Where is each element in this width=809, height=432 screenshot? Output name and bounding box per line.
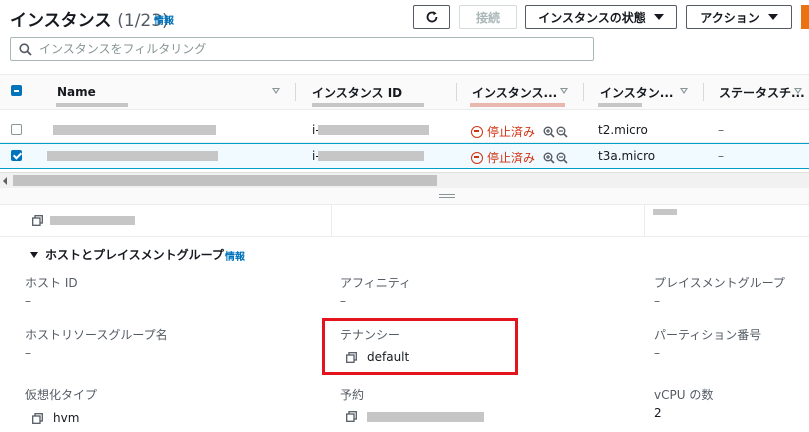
filter-bar [10, 37, 594, 61]
column-divider [583, 83, 584, 101]
stopped-icon [471, 151, 483, 164]
redacted-id [318, 151, 424, 161]
refresh-icon [426, 11, 437, 23]
highlight-box [322, 318, 518, 375]
partition-number-value: – [654, 346, 660, 360]
redacted-name [47, 151, 218, 161]
instance-state: 停止済み [471, 149, 569, 166]
zoom-in-icon[interactable] [543, 152, 555, 164]
column-divider [703, 83, 704, 101]
scrollbar-thumb[interactable] [13, 175, 437, 186]
redacted-state [470, 103, 565, 107]
launch-instance-button-edge[interactable] [801, 5, 809, 29]
sort-icon[interactable] [794, 88, 802, 94]
redacted-id [312, 103, 424, 107]
refresh-button[interactable] [413, 5, 450, 29]
instance-state-button[interactable]: インスタンスの状態 [525, 5, 677, 29]
copy-icon[interactable] [346, 411, 357, 422]
virtualization-type-value: hvm [32, 411, 79, 425]
vcpu-count-label: vCPU の数 [654, 388, 714, 402]
actions-label: アクション [700, 10, 760, 25]
instance-type: t2.micro [598, 123, 648, 137]
instance-state-label: インスタンスの状態 [538, 10, 646, 25]
state-actions [543, 126, 569, 138]
placement-group-label: プレイスメントグループ [654, 276, 785, 290]
sort-icon[interactable] [680, 88, 688, 94]
redacted-id [318, 125, 429, 135]
redacted-name [53, 125, 216, 135]
scroll-left-arrow-icon[interactable] [3, 177, 7, 185]
caret-down-icon [30, 251, 38, 258]
caret-down-icon [767, 14, 778, 20]
resize-handle-icon[interactable] [439, 194, 455, 198]
instance-state: 停止済み [471, 123, 569, 140]
reservation-value [346, 411, 484, 422]
section-title: ホストとプレイスメントグループ [45, 248, 224, 262]
vcpu-count-value: 2 [654, 406, 662, 420]
instance-type: t3a.micro [598, 149, 656, 163]
info-link[interactable]: 情報 [154, 12, 174, 27]
zoom-in-icon[interactable] [543, 126, 555, 138]
host-resource-group-label: ホストリソースグループ名 [25, 328, 168, 342]
column-divider [456, 83, 457, 101]
horizontal-scrollbar[interactable] [0, 172, 809, 188]
table-row[interactable]: i- 停止済み t2.micro – [0, 117, 809, 143]
redacted-name [56, 103, 128, 107]
redacted-value [653, 209, 677, 215]
redacted-reservation [367, 411, 484, 422]
details-previous-section [0, 205, 809, 237]
virtualization-type-label: 仮想化タイプ [25, 388, 98, 402]
stopped-icon [471, 125, 483, 138]
table-row-partial [0, 103, 809, 111]
actions-button[interactable]: アクション [686, 5, 792, 29]
host-id-label: ホスト ID [25, 276, 78, 290]
status-check: – [718, 123, 724, 137]
status-check: – [718, 149, 724, 163]
section-info-link[interactable]: 情報 [225, 248, 245, 263]
redacted-type [598, 103, 642, 107]
sort-icon[interactable] [560, 88, 568, 94]
search-icon [19, 42, 32, 56]
column-divider [644, 205, 645, 237]
page-title-text: インスタンス [10, 11, 112, 31]
column-divider [295, 83, 296, 101]
reservation-label: 予約 [340, 388, 365, 402]
column-divider [331, 205, 332, 237]
host-resource-group-value: – [25, 346, 31, 360]
partition-number-label: パーティション番号 [654, 328, 762, 342]
placement-group-value: – [654, 294, 660, 308]
instance-state-text: 停止済み [487, 151, 536, 165]
instance-state-text: 停止済み [487, 125, 536, 139]
page-title: インスタンス (1/23) [10, 6, 169, 31]
state-actions [543, 152, 569, 164]
redacted-value [50, 216, 135, 225]
host-id-value: – [25, 294, 31, 308]
table-row-selected[interactable]: i- 停止済み t3a.micro – [0, 143, 809, 169]
copy-icon[interactable] [32, 412, 43, 424]
copy-icon[interactable] [32, 215, 43, 226]
row-checkbox[interactable] [11, 124, 22, 135]
affinity-value: – [340, 294, 346, 308]
page-header: インスタンス (1/23) 情報 接続 インスタンスの状態 アクション [0, 0, 809, 34]
sort-icon[interactable] [272, 88, 280, 94]
affinity-label: アフィニティ [340, 276, 412, 290]
zoom-out-icon[interactable] [556, 152, 568, 164]
split-panel-divider [0, 188, 809, 205]
zoom-out-icon[interactable] [556, 126, 568, 138]
select-all-checkbox[interactable] [11, 85, 22, 96]
filter-input[interactable] [39, 42, 579, 56]
section-toggle-host-placement[interactable]: ホストとプレイスメントグループ [30, 246, 224, 263]
row-checkbox-checked[interactable] [11, 150, 22, 161]
connect-button[interactable]: 接続 [459, 5, 517, 29]
virtualization-type-value-text: hvm [53, 411, 80, 425]
caret-down-icon [653, 14, 664, 20]
